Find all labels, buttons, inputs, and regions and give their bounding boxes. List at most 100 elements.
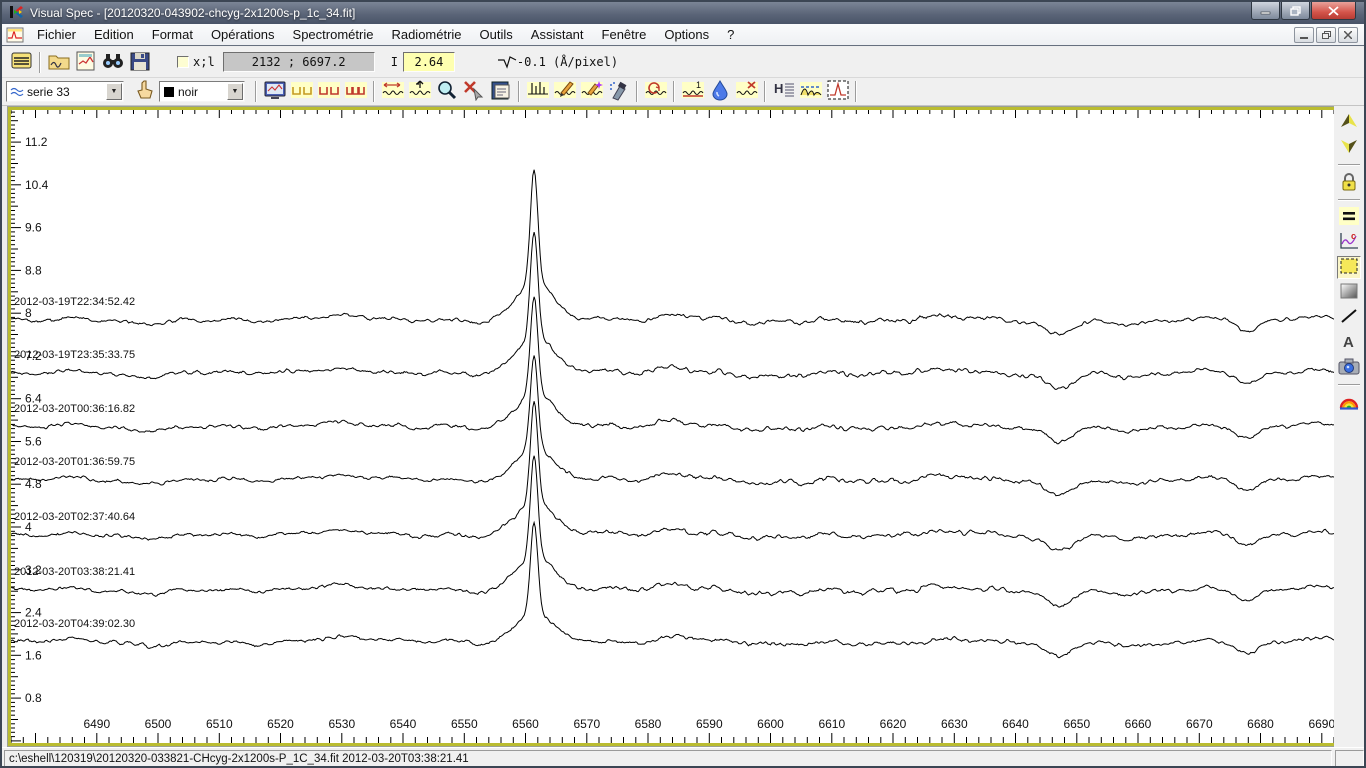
menu-spectrometrie[interactable]: Spectrométrie [284, 25, 383, 44]
hand-pointer-button[interactable] [132, 80, 159, 104]
peak-box-button[interactable] [824, 80, 851, 104]
search-binoculars-button[interactable] [99, 50, 126, 74]
clipboard-icon [489, 79, 513, 104]
menu-assistant[interactable]: Assistant [522, 25, 593, 44]
water-drop-icon [708, 79, 732, 104]
open-profile-icon [47, 50, 71, 75]
spectra-plot[interactable]: 6490650065106520653065406550656065706580… [8, 107, 1337, 746]
edit-pencil-star-button[interactable] [578, 80, 605, 104]
coord-mode-checkbox[interactable] [177, 56, 189, 68]
up-triangle-icon [1339, 112, 1359, 133]
spectrum-timestamp-label: 2012-03-20T02:37:40.64 [14, 511, 135, 523]
camera-button[interactable] [1337, 356, 1361, 379]
continuum-arrows-button[interactable] [379, 80, 406, 104]
series-dropdown-arrow[interactable]: ▼ [106, 83, 122, 100]
clipboard-button[interactable] [487, 80, 514, 104]
separator [673, 81, 675, 102]
visual-spec-logo-icon [8, 5, 24, 22]
display-icon [263, 79, 287, 104]
visual-spec-window: Visual Spec - [20120320-043902-chcyg-2x1… [0, 0, 1366, 768]
restore-button[interactable] [1281, 2, 1310, 20]
baseline-double-button[interactable] [315, 80, 342, 104]
element-table-icon: H [772, 79, 796, 104]
menu-edition[interactable]: Edition [85, 25, 143, 44]
lock-button[interactable] [1337, 171, 1361, 194]
crop-curve-icon [735, 79, 759, 104]
annotation-toolbar: cA [1334, 106, 1364, 747]
spectrum-timestamp-label: 2012-03-19T22:34:52.42 [14, 296, 135, 308]
display-button[interactable] [261, 80, 288, 104]
equals-button[interactable] [1337, 206, 1361, 229]
rainbow-button[interactable] [1337, 391, 1361, 414]
svg-text:H: H [774, 81, 783, 96]
series-select-value: serie 33 [27, 85, 70, 99]
coordinate-readout-field[interactable]: 2132 ; 6697.2 [223, 52, 375, 72]
baseline-triple-button[interactable] [342, 80, 369, 104]
edit-pencil-button[interactable] [551, 80, 578, 104]
y-tick-label: 9.6 [25, 221, 42, 235]
shift-up-button[interactable] [406, 80, 433, 104]
menu-help[interactable]: ? [718, 25, 743, 44]
water-drop-button[interactable] [706, 80, 733, 104]
close-button[interactable] [1311, 2, 1356, 20]
save-button[interactable] [126, 50, 153, 74]
series-select[interactable]: serie 33 ▼ [6, 81, 124, 102]
baseline-single-button[interactable] [288, 80, 315, 104]
normalize-button[interactable]: 1 [679, 80, 706, 104]
line-button[interactable] [1337, 306, 1361, 329]
open-profile-button[interactable] [45, 50, 72, 74]
undo-curve-button[interactable] [642, 80, 669, 104]
menu-operations[interactable]: Opérations [202, 25, 284, 44]
x-tick-label: 6670 [1186, 717, 1213, 731]
text-a-button[interactable]: A [1337, 331, 1361, 354]
lock-icon [1339, 172, 1359, 194]
intensity-readout-field[interactable]: 2.64 [403, 52, 455, 72]
edit-pencil-icon [553, 79, 577, 104]
y-tick-label: 8.8 [25, 263, 42, 277]
gradient-button[interactable] [1337, 281, 1361, 304]
zoom-button[interactable] [433, 80, 460, 104]
menu-options[interactable]: Options [655, 25, 718, 44]
element-table-button[interactable]: H [770, 80, 797, 104]
child-close-button[interactable] [1338, 27, 1358, 43]
profile-stack-icon [10, 50, 34, 75]
search-binoculars-icon [101, 50, 125, 75]
color-dropdown-arrow[interactable]: ▼ [227, 83, 243, 100]
color-select-value: noir [178, 85, 198, 99]
svg-text:c: c [1351, 231, 1356, 241]
child-restore-button[interactable] [1316, 27, 1336, 43]
chart-c-button[interactable]: c [1337, 231, 1361, 254]
menu-fichier[interactable]: Fichier [28, 25, 85, 44]
separator [255, 81, 257, 102]
minimize-button[interactable] [1251, 2, 1280, 20]
separator [855, 81, 857, 102]
menu-format[interactable]: Format [143, 25, 202, 44]
dashed-square-button[interactable] [1337, 256, 1361, 279]
color-swatch-icon [163, 86, 175, 98]
measure-ruler-icon [799, 79, 823, 104]
airbrush-icon [607, 79, 631, 104]
dashed-square-icon [1339, 257, 1359, 278]
color-select[interactable]: noir ▼ [159, 81, 245, 102]
despike-button[interactable] [524, 80, 551, 104]
window-title: Visual Spec - [20120320-043902-chcyg-2x1… [30, 6, 355, 20]
open-image-button[interactable] [72, 50, 99, 74]
child-minimize-button[interactable] [1294, 27, 1314, 43]
up-triangle-button[interactable] [1337, 111, 1361, 134]
gradient-icon [1339, 282, 1359, 303]
menu-radiometrie[interactable]: Radiométrie [382, 25, 470, 44]
airbrush-button[interactable] [605, 80, 632, 104]
crop-curve-button[interactable] [733, 80, 760, 104]
delete-red-x-button[interactable] [460, 80, 487, 104]
measure-ruler-button[interactable] [797, 80, 824, 104]
menu-outils[interactable]: Outils [471, 25, 522, 44]
separator [1338, 199, 1360, 201]
menu-fenetre[interactable]: Fenêtre [593, 25, 656, 44]
workspace: 6490650065106520653065406550656065706580… [2, 106, 1364, 747]
down-triangle-button[interactable] [1337, 136, 1361, 159]
spectrum-polyline [11, 170, 1334, 336]
profile-stack-button[interactable] [8, 50, 35, 74]
baseline-double-icon [317, 79, 341, 104]
separator [636, 81, 638, 102]
spectrum-polyline [11, 401, 1334, 550]
